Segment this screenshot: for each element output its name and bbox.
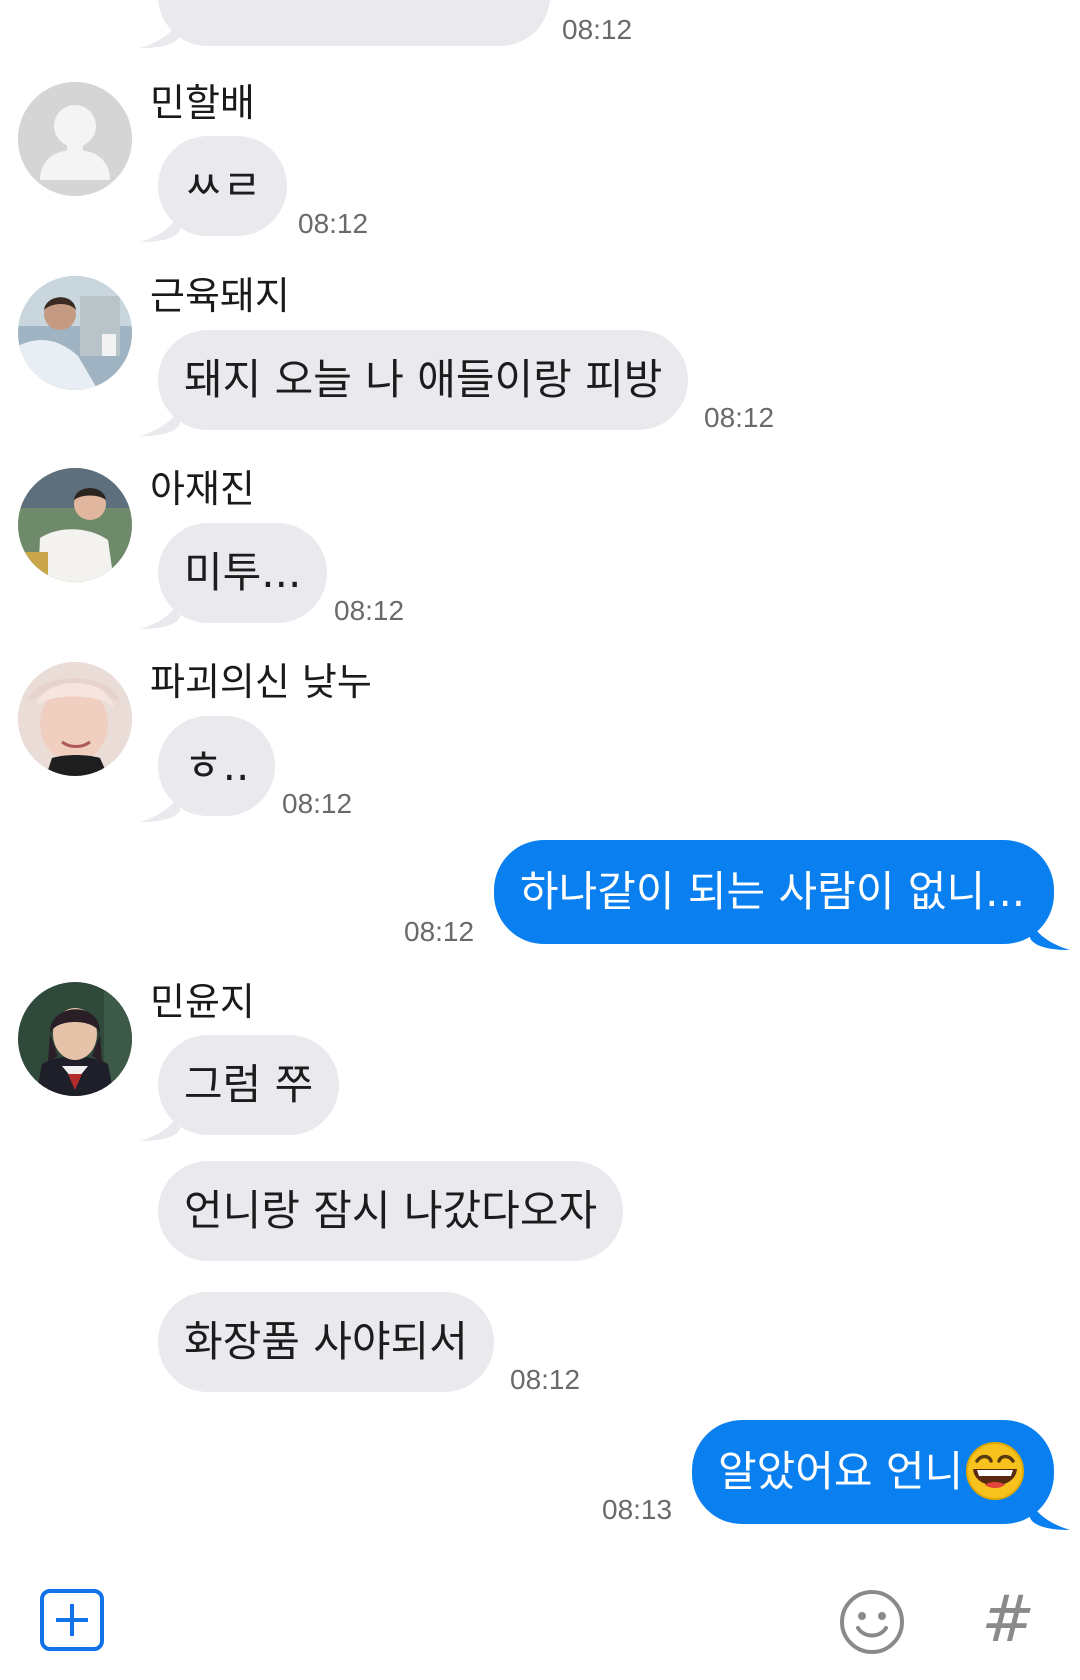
- avatar-photo[interactable]: [18, 662, 132, 776]
- bubble-tail: [1030, 920, 1070, 950]
- bubble-tail: [140, 212, 180, 242]
- smiley-icon[interactable]: [838, 1588, 906, 1656]
- message-time: 08:12: [334, 595, 405, 626]
- bubble-tail: [140, 792, 180, 822]
- message-bubble-outgoing[interactable]: 알았어요 언니: [692, 1420, 1054, 1524]
- sender-name: 민윤지: [150, 980, 255, 1024]
- sender-name: 근육돼지: [150, 274, 290, 318]
- message-bubble-partial[interactable]: [158, 0, 550, 46]
- message-bubble[interactable]: 화장품 사야되서: [158, 1292, 494, 1392]
- message-time: 08:12: [282, 788, 353, 819]
- sender-name: 민할배: [150, 81, 255, 125]
- message-text: 알았어요 언니: [718, 1447, 964, 1496]
- message-bubble[interactable]: 그럼 쭈: [158, 1035, 340, 1135]
- avatar-photo[interactable]: [18, 468, 132, 582]
- message-bubble[interactable]: 언니랑 잠시 나갔다오자: [158, 1161, 624, 1261]
- grinning-face-emoji: [966, 1441, 1025, 1500]
- bubble-tail: [140, 406, 180, 436]
- bubble-tail: [140, 599, 180, 629]
- sender-name: 파괴의신 낮누: [150, 660, 372, 704]
- bubble-tail: [1030, 1500, 1070, 1530]
- bubble-tail: [140, 1111, 180, 1141]
- avatar-photo[interactable]: [18, 982, 132, 1096]
- message-bubble[interactable]: 미투...: [158, 523, 328, 623]
- bubble-tail: [140, 18, 180, 48]
- message-time: 08:12: [404, 916, 475, 947]
- message-bubble-outgoing[interactable]: 하나같이 되는 사람이 없니...: [494, 840, 1054, 944]
- message-time: 08:12: [510, 1364, 581, 1395]
- avatar-photo[interactable]: [18, 276, 132, 390]
- message-time: 08:13: [602, 1494, 673, 1525]
- message-time: 08:12: [298, 208, 369, 239]
- message-time: 08:12: [704, 402, 775, 433]
- message-bubble[interactable]: 돼지 오늘 나 애들이랑 피방: [158, 330, 689, 430]
- sender-name: 아재진: [150, 467, 255, 511]
- message-time: 08:12: [562, 14, 633, 45]
- hashtag-icon[interactable]: #: [978, 1580, 1038, 1660]
- chat-input-toolbar: #: [0, 1560, 1080, 1680]
- plus-square-icon[interactable]: [40, 1589, 104, 1651]
- avatar-default[interactable]: [18, 82, 132, 196]
